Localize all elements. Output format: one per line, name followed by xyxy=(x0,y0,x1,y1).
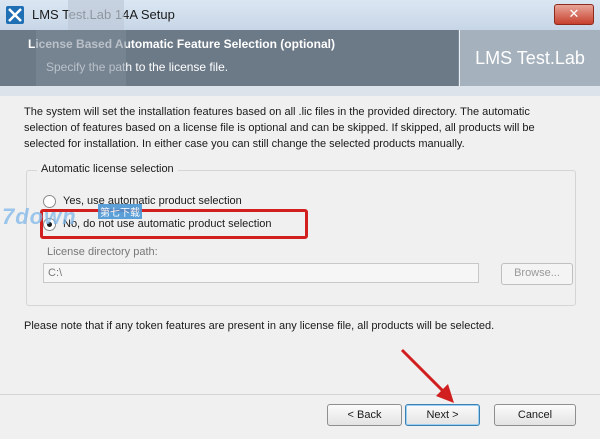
option-yes-label[interactable]: Yes, use automatic product selection xyxy=(63,195,242,207)
cancel-button[interactable]: Cancel xyxy=(494,404,576,426)
license-dir-input[interactable] xyxy=(43,263,479,283)
token-note: Please note that if any token features a… xyxy=(24,320,495,332)
title-bar: LMS Test.Lab 14A Setup ✕ xyxy=(0,0,600,31)
blurred-region xyxy=(68,0,124,30)
watermark-logo: 7down xyxy=(2,204,77,229)
close-button[interactable]: ✕ xyxy=(554,4,594,25)
watermark-label: 第七下载 xyxy=(98,204,142,219)
banner-text-panel: License Based Automatic Feature Selectio… xyxy=(0,30,458,86)
blurred-region xyxy=(36,30,126,86)
browse-button[interactable]: Browse... xyxy=(501,263,573,285)
highlight-annotation xyxy=(40,209,308,239)
footer-separator xyxy=(0,394,600,395)
description-text: The system will set the installation fea… xyxy=(24,106,535,150)
app-icon xyxy=(6,6,24,24)
header-banner: License Based Automatic Feature Selectio… xyxy=(0,30,600,86)
back-button[interactable]: < Back xyxy=(327,404,402,426)
group-title: Automatic license selection xyxy=(37,163,178,175)
arrow-annotation-icon xyxy=(400,348,454,403)
license-dir-label: License directory path: xyxy=(47,246,158,258)
brand-logo: LMS Test.Lab xyxy=(459,30,600,86)
next-button[interactable]: Next > xyxy=(405,404,480,426)
banner-divider xyxy=(0,86,600,96)
